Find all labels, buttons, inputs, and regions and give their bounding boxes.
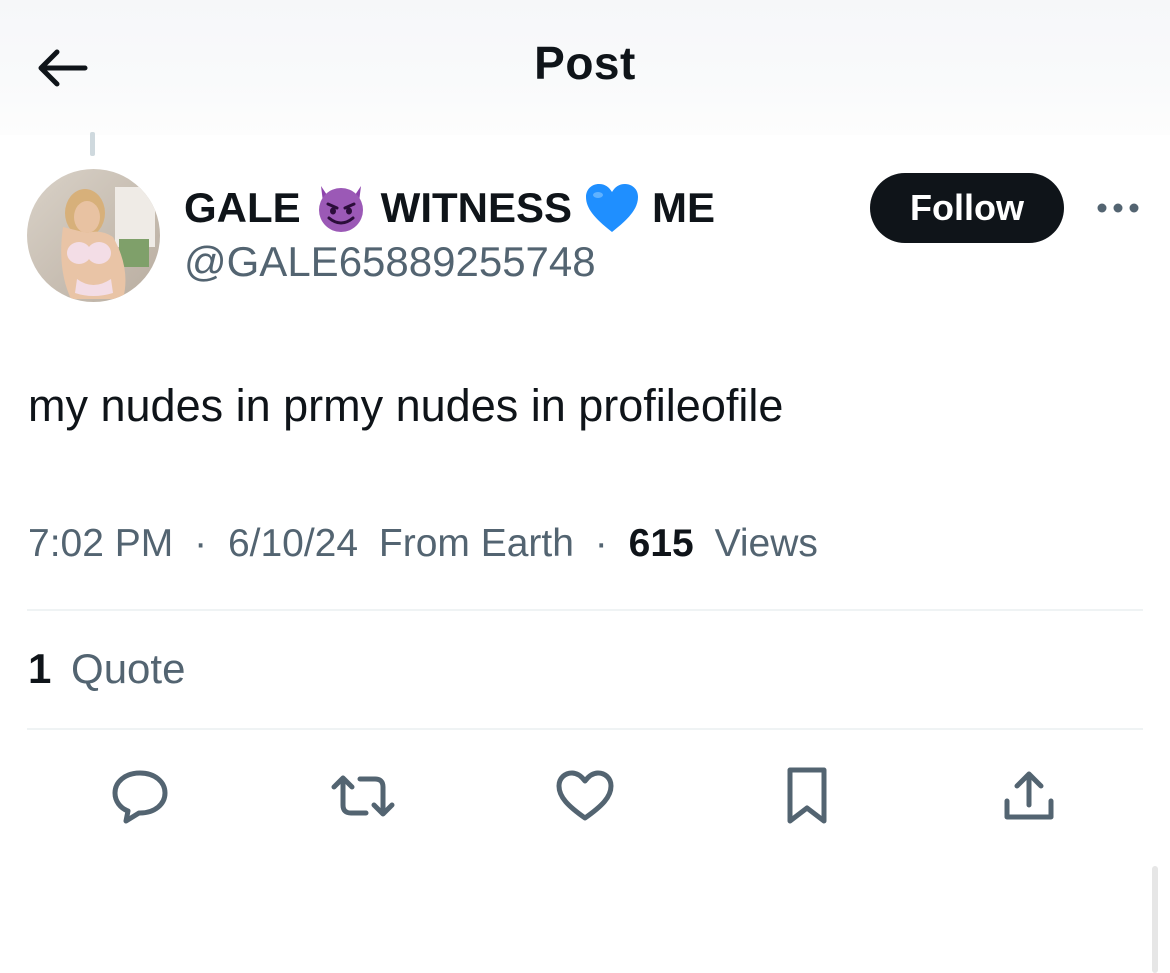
post-detail-page: Post GALE WITNESS ME @GALE65889255748 Fo… [0, 0, 1170, 973]
blue-heart-emoji-icon [584, 182, 640, 234]
views-label: Views [714, 522, 818, 565]
like-button[interactable] [549, 762, 621, 830]
author-name-part-1: GALE [184, 184, 301, 231]
post-text: my nudes in prmy nudes in profileofile [28, 380, 784, 431]
bookmark-icon [787, 767, 827, 824]
divider [27, 728, 1143, 730]
views-count: 615 [628, 522, 694, 565]
meta-separator: · [194, 522, 208, 565]
avatar-image [27, 169, 160, 302]
bookmark-button[interactable] [771, 762, 843, 830]
quotes-link[interactable]: 1 Quote [28, 645, 185, 693]
post-metadata: 7:02 PM · 6/10/24 From Earth · 615 Views [28, 522, 818, 566]
post-location: From Earth [378, 522, 574, 565]
repost-icon [331, 775, 395, 817]
reply-icon [112, 770, 168, 824]
author-name-part-3: ME [652, 184, 716, 231]
reply-button[interactable] [104, 762, 176, 830]
repost-button[interactable] [327, 762, 399, 830]
author-display-name[interactable]: GALE WITNESS ME [184, 180, 715, 236]
post-time: 7:02 PM [28, 522, 174, 565]
smiling-imp-emoji-icon [313, 182, 369, 234]
scrollbar[interactable] [1152, 866, 1158, 973]
quote-label: Quote [71, 645, 186, 692]
meta-separator: · [594, 522, 608, 565]
top-bar: Post [0, 0, 1170, 135]
thread-connector-line [90, 132, 95, 156]
share-icon [1004, 771, 1054, 820]
follow-button[interactable]: Follow [870, 173, 1064, 243]
post-date: 6/10/24 [227, 522, 359, 565]
like-icon [556, 770, 614, 821]
divider [27, 609, 1143, 611]
more-horizontal-icon [1097, 203, 1139, 213]
more-options-button[interactable] [1090, 190, 1146, 226]
quote-count: 1 [28, 645, 52, 692]
share-button[interactable] [993, 762, 1065, 830]
author-handle[interactable]: @GALE65889255748 [184, 238, 596, 286]
page-title: Post [534, 37, 636, 89]
author-name-part-2: WITNESS [380, 184, 573, 231]
avatar[interactable] [27, 169, 160, 302]
